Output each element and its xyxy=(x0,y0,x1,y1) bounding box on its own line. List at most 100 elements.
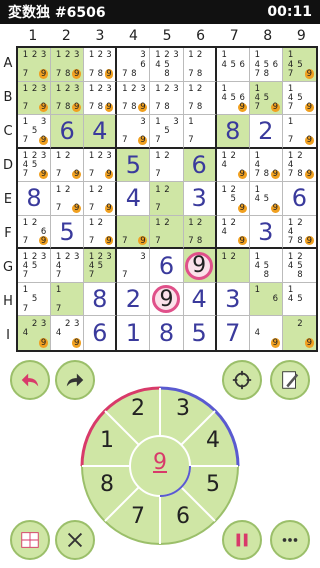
board-cell[interactable]: 6 xyxy=(150,249,184,283)
board-cell[interactable]: 12379 xyxy=(18,48,52,82)
board-cell[interactable]: 17 xyxy=(51,282,85,317)
board-cell[interactable]: 16 xyxy=(249,282,283,317)
board-cell[interactable]: 127 xyxy=(150,215,184,250)
board-cell[interactable]: 12679 xyxy=(18,215,52,250)
board-cell[interactable]: 49 xyxy=(250,316,283,350)
board-cell[interactable]: 1 79 xyxy=(282,115,316,149)
wheel-digit[interactable]: 5 xyxy=(198,472,228,497)
board-cell[interactable]: 12379 xyxy=(18,81,52,116)
board-cell[interactable]: 8 xyxy=(150,316,184,350)
board-cell[interactable]: 5 xyxy=(117,148,151,183)
board-cell[interactable]: 1456 xyxy=(216,48,250,82)
board-cell[interactable]: 37 xyxy=(117,249,151,283)
board-cell[interactable]: 6 xyxy=(51,115,85,149)
notes-grid-button[interactable] xyxy=(10,520,50,560)
board-cell[interactable]: 3 79 xyxy=(117,115,151,149)
board-cell[interactable]: 123789 xyxy=(117,81,151,116)
board-cell[interactable]: 127 xyxy=(150,148,184,183)
board-cell[interactable]: 4 xyxy=(183,282,217,317)
board-cell[interactable]: 3 xyxy=(183,182,217,216)
wheel-digit[interactable]: 7 xyxy=(123,504,153,529)
board-cell[interactable]: 2 xyxy=(117,282,151,317)
board-cell[interactable]: 1279 xyxy=(84,182,118,216)
pencil-mode-button[interactable] xyxy=(270,360,310,400)
board-cell[interactable]: 17 xyxy=(183,115,217,149)
candidate: 2 xyxy=(31,83,38,94)
board-cell[interactable]: 14789 xyxy=(249,148,283,183)
board-cell[interactable]: 1278 xyxy=(183,81,217,116)
board-cell[interactable]: 8 xyxy=(18,182,52,216)
board-cell[interactable]: 1 357 xyxy=(150,115,184,149)
board-cell[interactable]: 6 xyxy=(84,316,118,350)
board-cell[interactable]: 12379 xyxy=(84,148,118,183)
board-cell[interactable]: 123789 xyxy=(84,81,118,116)
board-cell[interactable]: 29 xyxy=(282,316,316,350)
board-cell[interactable]: 6 xyxy=(282,182,316,216)
board-cell[interactable]: 1459 xyxy=(249,182,283,216)
board-cell[interactable]: 123457 xyxy=(18,249,52,283)
board-cell[interactable]: 1279 xyxy=(84,215,118,250)
board-cell[interactable]: 3 xyxy=(216,282,250,317)
board-cell[interactable]: 1234579 xyxy=(18,148,52,183)
board-cell[interactable]: 6 xyxy=(183,148,217,183)
board-cell[interactable]: 1458 xyxy=(249,249,283,283)
board-cell[interactable]: 8 xyxy=(84,282,118,317)
wheel-digit[interactable]: 4 xyxy=(198,428,228,453)
board-cell[interactable]: 1249 xyxy=(216,148,250,183)
board-cell[interactable]: 4 xyxy=(84,115,118,149)
board-cell[interactable]: 1249 xyxy=(216,215,250,250)
board-cell[interactable]: 14569 xyxy=(216,81,250,116)
candidates: 12 xyxy=(220,252,247,280)
board-cell[interactable]: 1278 xyxy=(183,48,217,82)
board-cell[interactable]: 9 xyxy=(150,282,184,317)
board-cell[interactable]: 5 xyxy=(51,215,85,250)
wheel-digit[interactable]: 8 xyxy=(92,472,122,497)
board-cell[interactable]: 36 78 xyxy=(117,48,151,82)
board-cell[interactable]: 1278 xyxy=(183,215,217,250)
board-cell[interactable]: 157 xyxy=(18,282,52,317)
board-cell[interactable]: 13579 xyxy=(18,115,52,149)
board-cell[interactable]: 123 458 xyxy=(150,48,184,82)
wheel-digit[interactable]: 2 xyxy=(123,396,153,421)
candidate xyxy=(129,60,138,69)
number-wheel[interactable]: 2 3 4 5 6 7 8 1 9 xyxy=(80,386,240,546)
wheel-digit[interactable]: 3 xyxy=(168,396,198,421)
board-cell[interactable]: 123789 xyxy=(84,48,118,82)
board-cell[interactable]: 5 xyxy=(184,316,217,350)
board-cell[interactable]: 2 xyxy=(249,115,283,149)
board-cell[interactable]: 14579 xyxy=(249,81,283,116)
board-cell[interactable]: 123457 xyxy=(84,249,118,283)
board-cell[interactable]: 1 xyxy=(117,316,151,350)
board-cell[interactable]: 4 xyxy=(117,182,151,216)
board-cell[interactable]: 2349 xyxy=(51,316,85,350)
board-cell[interactable]: 8 xyxy=(216,115,250,149)
board-cell[interactable]: 127 xyxy=(150,182,184,216)
board-cell[interactable]: 123789 xyxy=(51,48,85,82)
board-cell[interactable]: 1259 xyxy=(216,182,250,216)
board-cell[interactable]: 12347 xyxy=(51,249,85,283)
board-cell[interactable]: 1279 xyxy=(51,182,85,216)
board-cell[interactable]: 145 xyxy=(282,283,316,317)
board-cell[interactable]: 7 xyxy=(217,316,250,350)
board-cell[interactable]: 14579 xyxy=(282,82,316,116)
wheel-center-digit[interactable]: 9 xyxy=(145,450,175,475)
board-cell[interactable]: 1279 xyxy=(51,148,85,183)
board-cell[interactable]: 123 78 xyxy=(150,81,184,116)
board-cell[interactable]: 12 xyxy=(216,249,250,283)
board-cell[interactable]: 12458 xyxy=(282,249,316,283)
board-cell[interactable]: 3 xyxy=(249,215,283,250)
board-cell[interactable]: 2349 xyxy=(18,316,52,350)
board-cell[interactable]: 1456 78 xyxy=(249,48,283,82)
board-cell[interactable]: 124789 xyxy=(282,149,316,183)
wheel-digit[interactable]: 1 xyxy=(92,428,122,453)
sudoku-board: 1237912378912378936781234581278145614567… xyxy=(16,46,318,352)
board-cell[interactable]: 79 xyxy=(117,215,151,250)
board-cell[interactable]: 9 xyxy=(183,249,217,283)
undo-button[interactable] xyxy=(10,360,50,400)
more-button[interactable] xyxy=(270,520,310,560)
candidate xyxy=(286,271,295,280)
board-cell[interactable]: 124789 xyxy=(282,216,316,250)
wheel-digit[interactable]: 6 xyxy=(168,504,198,529)
board-cell[interactable]: 14579 xyxy=(282,48,316,82)
board-cell[interactable]: 123789 xyxy=(51,81,85,116)
